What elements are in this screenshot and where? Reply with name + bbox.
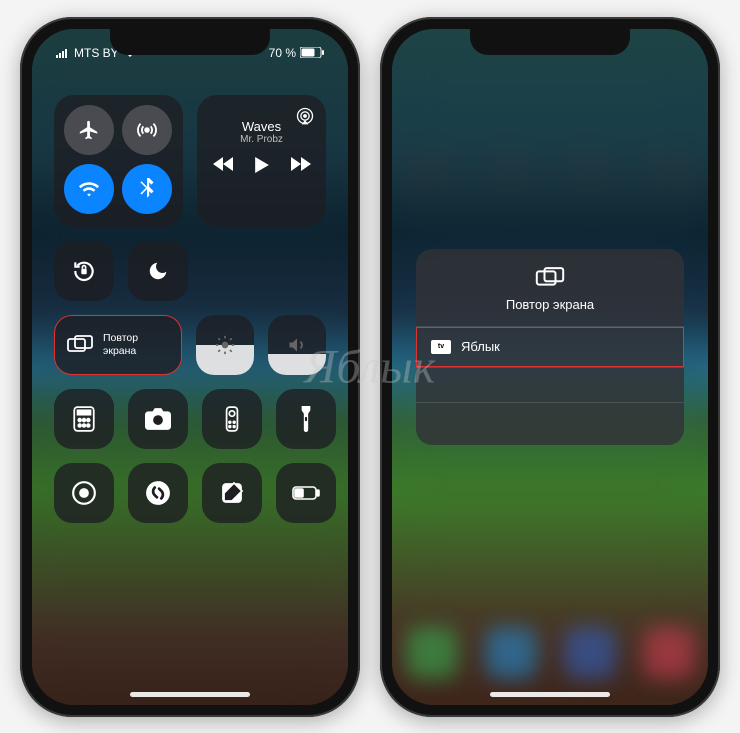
connectivity-tile: [54, 95, 183, 227]
mirror-device-name: Яблык: [461, 339, 500, 354]
notes-button[interactable]: [202, 463, 262, 523]
notch: [110, 29, 270, 55]
low-power-mode-button[interactable]: [276, 463, 336, 523]
apple-tv-remote-button[interactable]: [202, 389, 262, 449]
camera-button[interactable]: [128, 389, 188, 449]
airplane-mode-toggle[interactable]: [64, 105, 114, 155]
media-track-title: Waves: [242, 119, 281, 134]
brightness-slider[interactable]: [196, 315, 254, 375]
screen-mirror-label-2: экрана: [103, 345, 138, 357]
screen-mirror-icon: [535, 267, 565, 289]
screen: Повтор экрана tv Яблык: [392, 29, 708, 705]
sheet-title: Повтор экрана: [506, 297, 594, 312]
prev-track-button[interactable]: [213, 157, 233, 173]
battery-label: 70 %: [269, 46, 296, 60]
battery-icon: [300, 47, 324, 58]
volume-slider[interactable]: [268, 315, 326, 375]
screen-mirroring-button[interactable]: Повтор экрана: [54, 315, 182, 375]
wifi-toggle[interactable]: [64, 164, 114, 214]
shazam-button[interactable]: [128, 463, 188, 523]
flashlight-button[interactable]: [276, 389, 336, 449]
next-track-button[interactable]: [291, 157, 311, 173]
cellular-data-toggle[interactable]: [122, 105, 172, 155]
apple-tv-icon: tv: [431, 340, 451, 354]
orientation-lock-toggle[interactable]: [54, 241, 114, 301]
calculator-button[interactable]: [54, 389, 114, 449]
notch: [470, 29, 630, 55]
screen-mirroring-sheet: Повтор экрана tv Яблык: [416, 249, 684, 445]
iphone-device-left: MTS BY 70 %: [20, 17, 360, 717]
mirror-device-row[interactable]: tv Яблык: [416, 327, 684, 367]
screen-mirror-label-1: Повтор: [103, 332, 138, 344]
volume-icon: [268, 315, 326, 375]
dock-blurred: [392, 627, 708, 679]
signal-icon: [56, 48, 70, 58]
play-button[interactable]: [255, 157, 269, 173]
screen-record-button[interactable]: [54, 463, 114, 523]
bluetooth-toggle[interactable]: [122, 164, 172, 214]
now-playing-tile[interactable]: Waves Mr. Probz: [197, 95, 326, 227]
do-not-disturb-toggle[interactable]: [128, 241, 188, 301]
screen: MTS BY 70 %: [32, 29, 348, 705]
iphone-device-right: Повтор экрана tv Яблык: [380, 17, 720, 717]
media-artist: Mr. Probz: [240, 134, 283, 145]
airplay-audio-icon[interactable]: [294, 105, 316, 127]
screen-mirror-icon: [67, 335, 93, 355]
carrier-label: MTS BY: [74, 46, 119, 60]
brightness-icon: [196, 315, 254, 375]
home-indicator[interactable]: [130, 692, 250, 697]
home-indicator[interactable]: [490, 692, 610, 697]
